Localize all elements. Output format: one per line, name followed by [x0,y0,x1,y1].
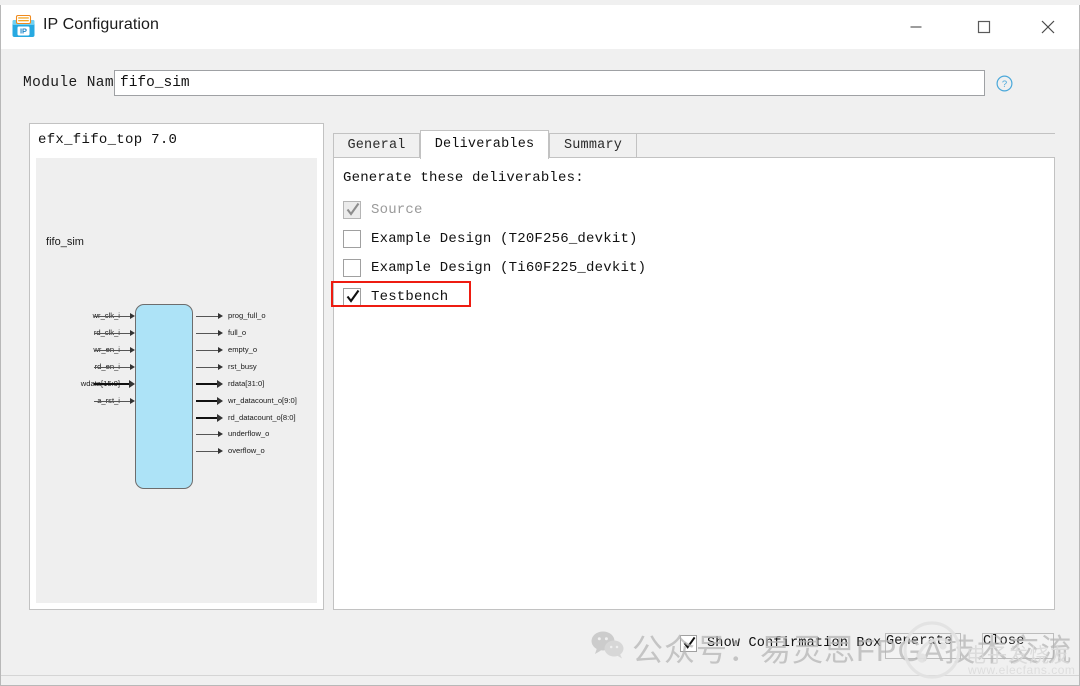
deliverables-panel: Generate these deliverables: Source Exam… [333,157,1055,610]
pin-label-out: full_o [228,328,247,337]
title-bar: IP IP Configuration [1,5,1079,49]
pin-label-out: empty_o [228,345,258,354]
checkbox-example-design-ti60f225[interactable] [343,259,361,277]
block-diagram-canvas: fifo_sim wr_clk_i rd_clk_i wr_en_i rd_en… [36,158,317,603]
checkbox-label-source: Source [371,202,423,218]
check-icon [346,289,360,303]
checkbox-show-confirmation-box[interactable] [680,635,697,652]
ip-box-icon: IP [11,14,36,39]
module-name-row: Module Name ? [1,49,1079,114]
dialog-footer: Show Confirmation Box Generate Close [1,623,1079,685]
fifo-block [135,304,193,489]
minimize-button[interactable] [893,5,939,49]
ip-preview-title: efx_fifo_top 7.0 [38,132,178,148]
fifo-block-label: fifo_sim [46,236,84,248]
checkbox-testbench[interactable] [343,288,361,306]
generate-button[interactable]: Generate [885,633,961,659]
tab-bar: General Deliverables Summary [333,130,1055,159]
ip-configuration-window: —— ———— ———— IP IP Configuration [0,0,1080,686]
tab-summary[interactable]: Summary [549,133,637,158]
ip-preview-panel: efx_fifo_top 7.0 fifo_sim wr_clk_i rd_cl… [29,123,324,610]
dialog-window: IP IP Configuration Module Name fifo_sim… [0,5,1080,686]
tab-deliverables[interactable]: Deliverables [420,130,549,159]
label-show-confirmation-box: Show Confirmation Box [707,636,882,651]
pin-label-out: wr_datacount_o[9:0] [228,396,297,405]
pin-label-out: underflow_o [228,429,270,438]
pin-label-out: rd_datacount_o[8:0] [228,413,296,422]
maximize-button[interactable] [961,5,1007,49]
module-name-label: Module Name [23,75,124,91]
svg-text:?: ? [1002,79,1007,90]
tab-bar-filler [636,133,1055,158]
checkbox-row-testbench[interactable]: Testbench [343,286,448,308]
deliverables-heading: Generate these deliverables: [343,170,584,186]
window-title: IP Configuration [43,16,160,33]
checkbox-row-example-design-t20f256[interactable]: Example Design (T20F256_devkit) [343,228,638,250]
checkbox-example-design-t20f256[interactable] [343,230,361,248]
help-circle-icon[interactable]: ? [996,75,1013,92]
check-icon [683,636,696,649]
close-button[interactable]: Close [982,633,1054,659]
minimize-icon [910,26,922,28]
checkbox-label-testbench: Testbench [371,289,449,305]
close-window-button[interactable] [1025,5,1071,49]
footer-separator [1,675,1079,676]
tab-general[interactable]: General [333,133,420,158]
pin-label-out: prog_full_o [228,311,266,320]
check-icon [346,202,360,216]
checkbox-row-show-confirmation-box[interactable]: Show Confirmation Box [680,635,881,652]
checkbox-label-example-design-ti60f225: Example Design (Ti60F225_devkit) [371,260,647,276]
pin-label-out: rst_busy [228,362,257,371]
pin-label-out: rdata[31:0] [228,379,265,388]
checkbox-label-example-design-t20f256: Example Design (T20F256_devkit) [371,231,638,247]
module-name-input[interactable] [114,70,985,96]
maximize-icon [977,20,991,34]
checkbox-source[interactable] [343,201,361,219]
svg-text:IP: IP [20,27,27,36]
checkbox-row-source[interactable]: Source [343,199,423,221]
pin-label-out: overflow_o [228,446,265,455]
checkbox-row-example-design-ti60f225[interactable]: Example Design (Ti60F225_devkit) [343,257,646,279]
close-icon [1041,20,1055,34]
